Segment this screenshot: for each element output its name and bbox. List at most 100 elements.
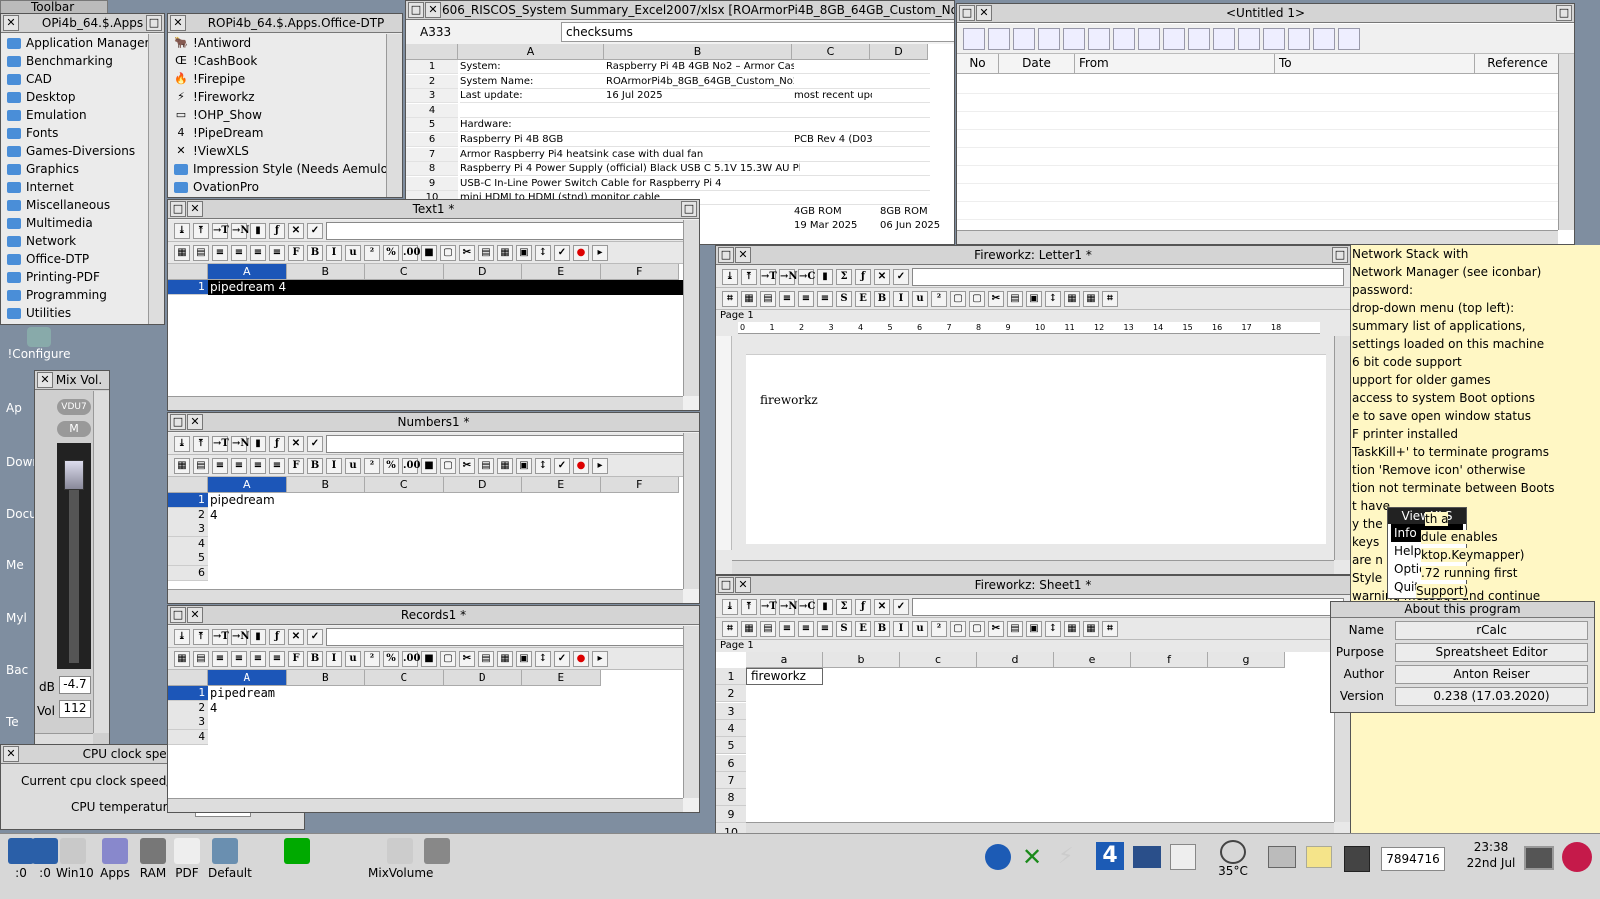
pdf-bar-item[interactable]: PDF <box>170 838 204 880</box>
format-icon[interactable]: ▦ <box>1064 290 1080 307</box>
app-item[interactable]: OvationPro <box>168 178 386 196</box>
app-item[interactable]: ✕ !ViewXLS <box>168 142 386 160</box>
column-header[interactable]: b <box>823 652 900 668</box>
row-header[interactable]: 2 <box>168 700 208 716</box>
format-icon[interactable]: u <box>345 650 361 667</box>
taskkill-icon[interactable] <box>1344 846 1370 872</box>
copy-icon[interactable] <box>1038 27 1060 50</box>
format-icon[interactable]: ↕ <box>535 457 551 474</box>
cell-value-field[interactable]: checksums <box>561 22 954 42</box>
column-header[interactable]: f <box>1131 652 1208 668</box>
format-icon[interactable]: % <box>383 244 399 261</box>
formula-entry[interactable] <box>326 627 693 646</box>
close-icon[interactable]: ✕ <box>735 577 751 593</box>
close-icon[interactable]: ✕ <box>976 5 992 21</box>
format-icon[interactable]: ▢ <box>440 457 456 474</box>
format-icon[interactable]: ▦ <box>1083 290 1099 307</box>
folder-item[interactable]: Application Managers <box>1 34 156 52</box>
row-header[interactable]: 7 <box>716 771 746 789</box>
format-icon[interactable]: ▤ <box>478 457 494 474</box>
raspberry-icon[interactable] <box>1562 842 1592 872</box>
format-icon[interactable]: ▸ <box>592 650 608 667</box>
doc2-icon[interactable] <box>1188 27 1210 50</box>
cell[interactable] <box>606 148 794 162</box>
column-header[interactable]: A <box>208 670 287 686</box>
row-header[interactable]: 3 <box>168 715 208 730</box>
row-header[interactable]: 8 <box>716 789 746 807</box>
close-icon[interactable]: ✕ <box>187 201 203 217</box>
column-header[interactable]: C <box>365 264 444 280</box>
cpu-temp-icon[interactable]: 35°C <box>1216 840 1250 878</box>
format-icon[interactable]: B <box>874 290 890 307</box>
records1-titlebar[interactable]: Records1 * <box>168 606 699 625</box>
formula-entry[interactable] <box>912 267 1344 286</box>
cell[interactable]: most recent updates in red <box>794 89 872 104</box>
column-header[interactable]: c <box>900 652 977 668</box>
format-icon[interactable]: ≡ <box>231 244 247 261</box>
format-icon[interactable]: ▢ <box>440 650 456 667</box>
format-icon[interactable]: ≡ <box>250 244 266 261</box>
keyboard-icon[interactable] <box>1133 846 1161 868</box>
folder-item[interactable]: Graphics <box>1 160 148 178</box>
document-page[interactable]: fireworkz <box>746 354 1326 544</box>
row-header[interactable]: 1 <box>168 493 208 508</box>
column-header[interactable]: A <box>208 477 287 493</box>
cell[interactable] <box>606 162 794 177</box>
format-icon[interactable]: E <box>855 290 871 307</box>
format-icon[interactable]: ▦ <box>1064 620 1080 637</box>
folder-item[interactable]: Benchmarking <box>1 52 148 70</box>
column-header[interactable]: g <box>1208 652 1285 668</box>
app-item[interactable]: Impression Style (Needs Aemulor) <box>168 160 398 178</box>
tool-icon[interactable]: ƒ <box>269 435 285 452</box>
go-icon[interactable] <box>1288 27 1310 50</box>
column-header[interactable]: A <box>208 264 287 280</box>
cell[interactable] <box>794 162 872 177</box>
doc-icon[interactable] <box>1163 27 1185 50</box>
column-header[interactable]: e <box>1054 652 1131 668</box>
tool-icon[interactable]: ✓ <box>893 268 909 285</box>
format-icon[interactable]: I <box>326 650 342 667</box>
tool-icon[interactable]: ⤒ <box>741 268 757 285</box>
format-icon[interactable]: ≡ <box>798 290 814 307</box>
row-header[interactable]: 5 <box>716 737 746 755</box>
format-icon[interactable]: ▦ <box>497 650 513 667</box>
configure-app[interactable]: !Configure <box>4 327 74 361</box>
format-icon[interactable]: ≡ <box>798 620 814 637</box>
row-header[interactable]: 1 <box>168 280 208 295</box>
toggle-size-icon[interactable]: □ <box>681 201 697 217</box>
tool-icon[interactable]: ▮ <box>817 598 833 615</box>
format-icon[interactable]: ⌗ <box>722 290 738 307</box>
format-icon[interactable]: ⌗ <box>1102 290 1118 307</box>
cell[interactable] <box>872 75 930 89</box>
apps-titlebar[interactable]: OPi4b_64.$.Apps <box>1 14 164 33</box>
close-icon[interactable]: ✕ <box>170 15 186 31</box>
folder-item[interactable]: Printing-PDF <box>1 268 148 286</box>
folder-item[interactable]: Office-DTP <box>1 250 148 268</box>
tool-icon[interactable]: →N <box>231 435 250 452</box>
tool-icon[interactable]: ▮ <box>250 435 266 452</box>
format-icon[interactable]: ▦ <box>741 290 757 307</box>
tool-icon[interactable]: →N <box>779 268 798 285</box>
formula-entry[interactable] <box>326 434 693 453</box>
wifi-bar-item[interactable] <box>280 838 314 866</box>
format-icon[interactable]: ● <box>573 457 589 474</box>
row-header[interactable]: 2 <box>716 685 746 703</box>
format-icon[interactable]: ■ <box>421 650 437 667</box>
format-icon[interactable]: .00 <box>402 244 420 261</box>
close-icon[interactable]: ✕ <box>425 2 441 18</box>
format-icon[interactable]: ↕ <box>535 244 551 261</box>
format-icon[interactable]: F <box>288 457 304 474</box>
row-header[interactable]: 6 <box>716 754 746 772</box>
format-icon[interactable]: ▣ <box>1026 620 1042 637</box>
column-header[interactable]: A <box>458 44 604 60</box>
tool-icon[interactable]: ƒ <box>269 222 285 239</box>
row-header[interactable]: 1 <box>406 60 458 74</box>
column-header[interactable]: F <box>600 477 679 493</box>
row-header[interactable]: 6 <box>168 565 208 581</box>
tool-icon[interactable]: →N <box>231 222 250 239</box>
toggle-icon[interactable]: □ <box>170 414 186 430</box>
format-icon[interactable]: % <box>383 457 399 474</box>
bin-bar-item[interactable] <box>420 838 454 866</box>
format-icon[interactable]: ✂ <box>988 620 1004 637</box>
current-cell[interactable]: pipedream 4 <box>208 493 286 522</box>
